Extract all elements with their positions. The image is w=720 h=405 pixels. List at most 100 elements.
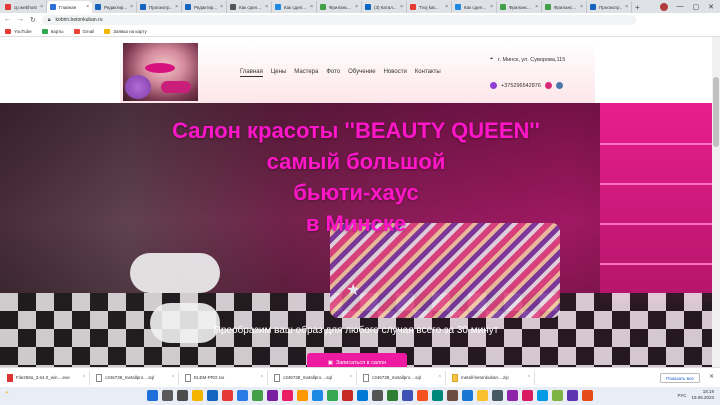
app-icon[interactable] (462, 390, 473, 401)
chevron-up-icon[interactable]: ⌃ (82, 375, 86, 381)
close-tab-icon[interactable]: × (175, 4, 178, 10)
close-tab-icon[interactable]: × (445, 4, 448, 10)
forward-icon[interactable]: → (17, 16, 24, 23)
app-icon[interactable] (387, 390, 398, 401)
close-tab-icon[interactable]: × (220, 4, 223, 10)
close-tab-icon[interactable]: × (265, 4, 268, 10)
nav-link[interactable]: Цены (271, 69, 286, 77)
browser-tab[interactable]: Как сдел... × (227, 1, 272, 13)
page-scrollbar[interactable] (712, 37, 720, 367)
start-menu-icon[interactable] (147, 390, 158, 401)
browser-tab[interactable]: Просмотр... × (587, 1, 632, 13)
nav-link[interactable]: Обучение (348, 69, 375, 77)
browser-tab[interactable]: Главная × (47, 1, 92, 13)
bookmark-item[interactable]: Карты (41, 28, 64, 34)
book-appointment-button[interactable]: ▣ Записаться в салон (307, 353, 407, 367)
download-item[interactable]: ELEM-PRO.rar ⌃ (182, 370, 268, 385)
app-icon[interactable] (327, 390, 338, 401)
address-bar[interactable]: 🔒︎ kobrin.betonkuban.ru (41, 14, 636, 25)
close-downloads-icon[interactable]: ✕ (709, 373, 714, 380)
close-tab-icon[interactable]: × (130, 4, 133, 10)
back-icon[interactable]: ← (4, 16, 11, 23)
clock[interactable]: 18:19 19.06.2023 (691, 389, 714, 401)
instagram-icon[interactable] (544, 82, 552, 89)
close-tab-icon[interactable]: × (535, 4, 538, 10)
app-icon[interactable] (372, 390, 383, 401)
browser-tab[interactable]: Редактир... × (92, 1, 137, 13)
chevron-up-icon[interactable]: ⌃ (171, 375, 175, 381)
app-icon[interactable] (477, 390, 488, 401)
phone-text[interactable]: +375296542876 (501, 83, 541, 89)
bookmark-item[interactable]: Заявка на карту (104, 28, 147, 34)
browser-tab[interactable]: cp.webhost...× (2, 1, 47, 13)
app-icon[interactable] (522, 390, 533, 401)
app-icon[interactable] (312, 390, 323, 401)
browser-tab[interactable]: Tvoj kat... × (407, 1, 452, 13)
nav-link[interactable]: Новости (384, 69, 407, 77)
close-tab-icon[interactable]: × (580, 4, 583, 10)
language-indicator[interactable]: РУС (677, 393, 686, 398)
nav-link[interactable]: Мастера (294, 69, 318, 77)
profile-avatar[interactable] (659, 2, 668, 11)
app-icon[interactable] (447, 390, 458, 401)
close-tab-icon[interactable]: × (86, 4, 89, 10)
weather-widget[interactable]: ☀ (5, 390, 9, 396)
salon-logo-image[interactable] (123, 43, 198, 101)
download-item[interactable]: metall-betonkuban....zip ⌃ (449, 370, 535, 385)
app-icon[interactable] (432, 390, 443, 401)
mail-icon[interactable] (207, 390, 218, 401)
app-icon[interactable] (537, 390, 548, 401)
browser-tab[interactable]: Как сдел... × (452, 1, 497, 13)
app-icon[interactable] (342, 390, 353, 401)
nav-link[interactable]: Главная (240, 69, 263, 77)
browser-tab[interactable]: Как сдел... × (272, 1, 317, 13)
chevron-up-icon[interactable]: ⌃ (527, 375, 531, 381)
close-tab-icon[interactable]: × (40, 4, 43, 10)
app-icon[interactable] (357, 390, 368, 401)
app-icon[interactable] (582, 390, 593, 401)
browser-tab[interactable]: Фриланс... × (317, 1, 362, 13)
app-icon[interactable] (297, 390, 308, 401)
nav-link[interactable]: Контакты (415, 69, 441, 77)
minimize-icon[interactable]: — (677, 3, 684, 10)
close-tab-icon[interactable]: × (490, 4, 493, 10)
close-tab-icon[interactable]: × (400, 4, 403, 10)
download-item[interactable]: c346738_metallpro....sql ⌃ (93, 370, 179, 385)
app-icon[interactable] (267, 390, 278, 401)
viber-icon[interactable] (490, 82, 497, 89)
file-explorer-icon[interactable] (192, 390, 203, 401)
search-icon[interactable] (162, 390, 173, 401)
browser-tab[interactable]: Просмотр... × (137, 1, 182, 13)
browser-tab[interactable]: Фриланс... × (542, 1, 587, 13)
bookmark-item[interactable]: YouTube (5, 28, 32, 34)
close-window-icon[interactable]: ✕ (708, 3, 714, 11)
app-icon[interactable] (282, 390, 293, 401)
bookmark-item[interactable]: Gmail (73, 28, 94, 34)
download-item[interactable]: c346738_metallpro....sql ⌃ (271, 370, 357, 385)
reload-icon[interactable]: ↻ (30, 16, 36, 24)
app-icon[interactable] (552, 390, 563, 401)
edge-icon[interactable] (237, 390, 248, 401)
opera-icon[interactable] (222, 390, 233, 401)
app-icon[interactable] (417, 390, 428, 401)
download-item[interactable]: c346738_metallpro....sql ⌃ (360, 370, 446, 385)
browser-tab[interactable]: Фриланс... × (497, 1, 542, 13)
show-all-downloads-button[interactable]: Показать все (660, 373, 700, 383)
app-icon[interactable] (402, 390, 413, 401)
close-tab-icon[interactable]: × (310, 4, 313, 10)
scrollbar-thumb[interactable] (713, 77, 719, 147)
task-view-icon[interactable] (177, 390, 188, 401)
download-item[interactable]: File258a_3.64.0_win....exe ⌃ (4, 370, 90, 385)
chevron-up-icon[interactable]: ⌃ (438, 375, 442, 381)
chevron-up-icon[interactable]: ⌃ (349, 375, 353, 381)
nav-link[interactable]: Фото (326, 69, 340, 77)
close-tab-icon[interactable]: × (625, 4, 628, 10)
vk-icon[interactable] (555, 82, 563, 89)
app-icon[interactable] (567, 390, 578, 401)
close-tab-icon[interactable]: × (355, 4, 358, 10)
app-icon[interactable] (492, 390, 503, 401)
chrome-icon[interactable] (252, 390, 263, 401)
new-tab-icon[interactable]: + (635, 3, 640, 13)
maximize-icon[interactable]: ▢ (693, 3, 700, 11)
browser-tab[interactable]: (3) Катал... × (362, 1, 407, 13)
